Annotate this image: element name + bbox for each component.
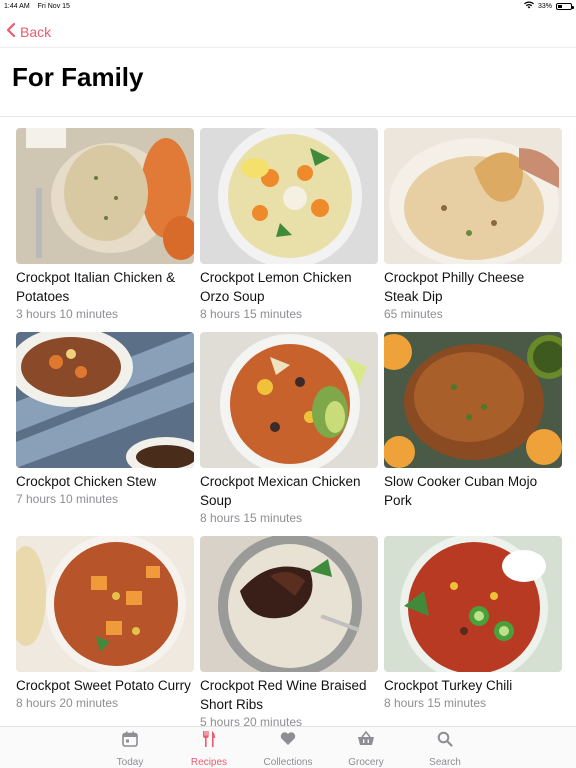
recipe-image: [16, 332, 194, 468]
recipe-title: Slow Cooker Cuban Mojo Pork: [384, 474, 538, 508]
battery-icon: [556, 2, 574, 10]
recipe-title: Crockpot Sweet Potato Curry: [16, 678, 191, 693]
recipe-time: 65 minutes: [384, 307, 443, 321]
recipe-image: [16, 128, 194, 264]
recipe-card[interactable]: Crockpot Sweet Potato Curry 8 hours 20 m…: [16, 536, 194, 712]
recipe-title: Crockpot Philly Cheese Steak Dip: [384, 270, 525, 304]
page-title: For Family: [12, 62, 144, 92]
recipe-card[interactable]: Crockpot Mexican Chicken Soup 8 hours 15…: [200, 332, 378, 527]
recipe-time: 8 hours 15 minutes: [384, 696, 487, 710]
navigation-bar: Back: [0, 14, 576, 48]
recipe-image: [384, 536, 562, 672]
tab-collections[interactable]: Collections: [253, 729, 323, 768]
search-icon: [437, 731, 453, 750]
tab-today[interactable]: Today: [95, 729, 165, 768]
recipe-title: Crockpot Italian Chicken & Potatoes: [16, 270, 176, 304]
recipe-image: [200, 536, 378, 672]
recipe-card[interactable]: Crockpot Lemon Chicken Orzo Soup 8 hours…: [200, 128, 378, 323]
recipe-time: 8 hours 15 minutes: [200, 307, 303, 321]
tab-label: Grocery: [348, 757, 384, 768]
tab-recipes[interactable]: Recipes: [174, 729, 244, 768]
wifi-icon: [523, 1, 534, 11]
recipe-card[interactable]: Crockpot Red Wine Braised Short Ribs 5 h…: [200, 536, 378, 726]
battery-percent: 33%: [537, 2, 552, 10]
status-date: Fri Nov 15: [37, 2, 70, 10]
recipe-card[interactable]: Slow Cooker Cuban Mojo Pork: [384, 332, 562, 510]
recipe-title: Crockpot Mexican Chicken Soup: [200, 474, 361, 508]
recipe-time: 7 hours 10 minutes: [16, 492, 119, 506]
recipe-title: Crockpot Chicken Stew: [16, 474, 157, 489]
status-time: 1:44 AM: [4, 2, 30, 10]
recipe-time: 8 hours 20 minutes: [16, 696, 119, 710]
tab-label: Collections: [263, 757, 313, 768]
recipe-image: [384, 128, 562, 264]
recipe-card[interactable]: Crockpot Philly Cheese Steak Dip 65 minu…: [384, 128, 562, 323]
status-bar: 1:44 AM Fri Nov 15 33%: [0, 0, 576, 12]
recipe-image: [200, 332, 378, 468]
recipe-grid: Crockpot Italian Chicken & Potatoes 3 ho…: [16, 128, 562, 726]
recipe-image: [16, 536, 194, 672]
recipe-card[interactable]: Crockpot Chicken Stew 7 hours 10 minutes: [16, 332, 194, 508]
recipe-card[interactable]: Crockpot Italian Chicken & Potatoes 3 ho…: [16, 128, 194, 323]
tab-label: Recipes: [190, 757, 228, 768]
back-button[interactable]: Back: [6, 22, 51, 41]
recipe-time: 8 hours 15 minutes: [200, 511, 303, 525]
recipe-card[interactable]: Crockpot Turkey Chili 8 hours 15 minutes: [384, 536, 562, 712]
recipe-image: [384, 332, 562, 468]
header-divider: [0, 116, 576, 117]
recipe-time: 3 hours 10 minutes: [16, 307, 119, 321]
tab-bar: Today Recipes Collections Grocery Search: [0, 726, 576, 768]
recipe-title: Crockpot Lemon Chicken Orzo Soup: [200, 270, 352, 304]
chevron-left-icon: [6, 22, 16, 41]
recipe-time: 5 hours 20 minutes: [200, 715, 303, 726]
recipe-title: Crockpot Turkey Chili: [384, 678, 513, 693]
tab-label: Search: [429, 757, 461, 768]
calendar-icon: [122, 731, 138, 750]
utensils-icon: [201, 730, 217, 751]
tab-grocery[interactable]: Grocery: [331, 729, 401, 768]
tab-label: Today: [116, 757, 144, 768]
basket-icon: [357, 730, 375, 749]
heart-icon: [280, 731, 296, 749]
back-label: Back: [20, 23, 52, 40]
recipe-image: [200, 128, 378, 264]
tab-search[interactable]: Search: [410, 729, 480, 768]
recipe-title: Crockpot Red Wine Braised Short Ribs: [200, 678, 367, 712]
